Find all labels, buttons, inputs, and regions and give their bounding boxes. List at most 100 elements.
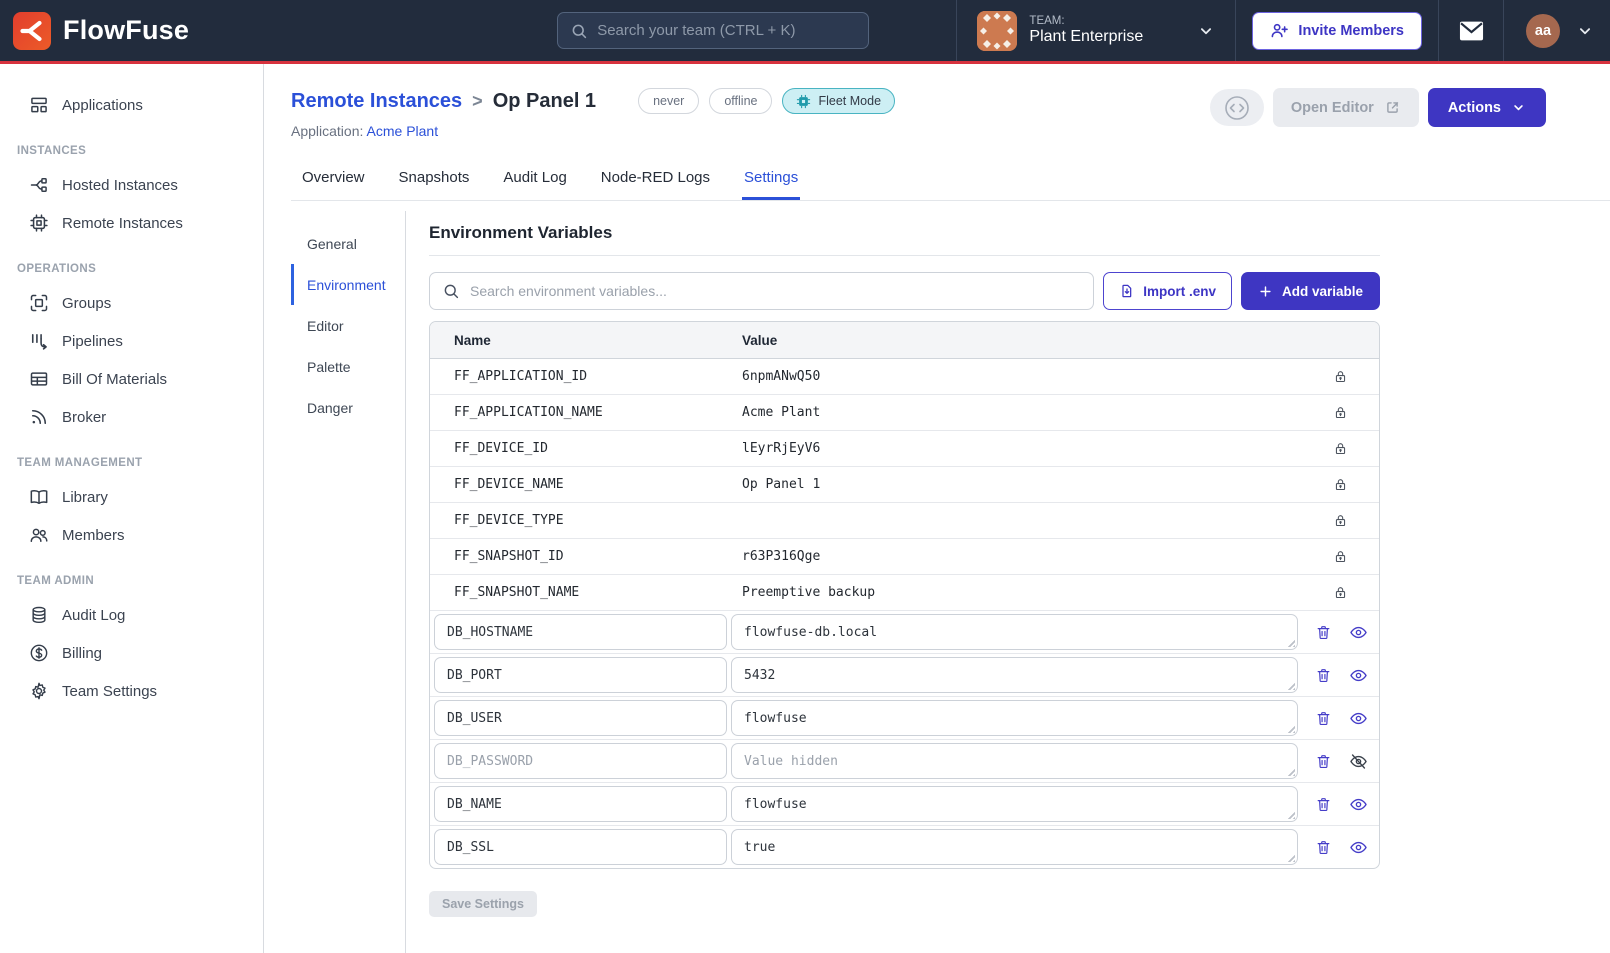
env-var-name-input[interactable] xyxy=(434,614,727,650)
env-var-value-field xyxy=(731,743,1298,779)
env-var-name-input[interactable] xyxy=(434,743,727,779)
remote-instances-icon xyxy=(29,213,49,233)
eye-off-icon[interactable] xyxy=(1349,752,1368,771)
env-search-input[interactable] xyxy=(429,272,1094,310)
settings-nav-palette[interactable]: Palette xyxy=(291,346,405,387)
status-badges: never offline xyxy=(638,88,895,114)
actions-button[interactable]: Actions xyxy=(1428,88,1546,127)
table-row: FF_SNAPSHOT_NAME Preemptive backup xyxy=(430,575,1379,611)
team-avatar xyxy=(977,11,1017,51)
sidebar-item-audit-log[interactable]: Audit Log xyxy=(0,596,263,634)
sidebar-item-team-settings[interactable]: Team Settings xyxy=(0,672,263,710)
tab-overview[interactable]: Overview xyxy=(300,159,367,200)
tab-audit-log[interactable]: Audit Log xyxy=(501,159,568,200)
open-editor-button[interactable]: Open Editor xyxy=(1273,88,1419,127)
delete-variable-button[interactable] xyxy=(1315,710,1332,727)
eye-icon[interactable] xyxy=(1349,666,1368,685)
settings-nav-general[interactable]: General xyxy=(291,223,405,264)
environment-panel: Environment Variables xyxy=(405,211,1380,953)
delete-variable-button[interactable] xyxy=(1315,753,1332,770)
column-header-name: Name xyxy=(430,333,742,348)
env-var-value-input[interactable] xyxy=(731,743,1298,779)
settings-nav-editor[interactable]: Editor xyxy=(291,305,405,346)
sidebar-item-label: Billing xyxy=(62,645,102,662)
env-var-value: Acme Plant xyxy=(742,405,1305,420)
instance-header: Remote Instances > Op Panel 1 never offl… xyxy=(291,64,1610,139)
external-link-icon xyxy=(1384,99,1401,116)
lock-icon xyxy=(1305,405,1379,420)
delete-variable-button[interactable] xyxy=(1315,839,1332,856)
env-var-name-input[interactable] xyxy=(434,829,727,865)
sidebar-item-hosted-instances[interactable]: Hosted Instances xyxy=(0,166,263,204)
open-editor-label: Open Editor xyxy=(1291,100,1374,116)
settings-nav-environment[interactable]: Environment xyxy=(291,264,405,305)
sidebar-heading-operations: OPERATIONS xyxy=(0,242,263,284)
team-search-input[interactable] xyxy=(597,22,856,39)
env-var-name-input[interactable] xyxy=(434,700,727,736)
delete-variable-button[interactable] xyxy=(1315,667,1332,684)
sidebar: Applications INSTANCES Hosted Instances xyxy=(0,64,264,953)
user-plus-icon xyxy=(1270,21,1289,40)
brand-name: FlowFuse xyxy=(63,15,189,46)
table-header-row: Name Value xyxy=(430,322,1379,359)
sidebar-item-broker[interactable]: Broker xyxy=(0,398,263,436)
team-meta: TEAM: Plant Enterprise xyxy=(1029,15,1143,46)
user-menu[interactable]: aa xyxy=(1504,0,1610,61)
team-name: Plant Enterprise xyxy=(1029,28,1143,46)
sidebar-item-members[interactable]: Members xyxy=(0,516,263,554)
sidebar-item-bill-of-materials[interactable]: Bill Of Materials xyxy=(0,360,263,398)
env-var-value-input[interactable] xyxy=(731,786,1298,822)
tab-snapshots[interactable]: Snapshots xyxy=(397,159,472,200)
eye-icon[interactable] xyxy=(1349,795,1368,814)
row-actions xyxy=(1302,666,1379,685)
eye-icon[interactable] xyxy=(1349,623,1368,642)
env-var-name-input[interactable] xyxy=(434,786,727,822)
table-row xyxy=(430,826,1379,868)
env-var-value-input[interactable] xyxy=(731,657,1298,693)
sidebar-item-label: Remote Instances xyxy=(62,215,183,232)
application-link[interactable]: Acme Plant xyxy=(367,123,439,139)
tab-settings[interactable]: Settings xyxy=(742,159,800,200)
env-var-value-input[interactable] xyxy=(731,829,1298,865)
team-label: TEAM: xyxy=(1029,15,1143,27)
notifications-button[interactable] xyxy=(1439,0,1503,61)
sidebar-item-billing[interactable]: Billing xyxy=(0,634,263,672)
brand[interactable]: FlowFuse xyxy=(0,0,470,61)
invite-area: Invite Members xyxy=(1236,0,1438,61)
sidebar-item-pipelines[interactable]: Pipelines xyxy=(0,322,263,360)
env-var-value: r63P316Qge xyxy=(742,549,1305,564)
sidebar-item-remote-instances[interactable]: Remote Instances xyxy=(0,204,263,242)
pipelines-icon xyxy=(29,331,49,351)
team-search[interactable] xyxy=(557,12,869,49)
env-search xyxy=(429,272,1094,310)
search-icon xyxy=(570,22,588,40)
delete-variable-button[interactable] xyxy=(1315,624,1332,641)
add-variable-button[interactable]: Add variable xyxy=(1241,272,1380,310)
team-selector[interactable]: TEAM: Plant Enterprise xyxy=(957,0,1235,61)
eye-icon[interactable] xyxy=(1349,709,1368,728)
sidebar-item-library[interactable]: Library xyxy=(0,478,263,516)
sidebar-item-applications[interactable]: Applications xyxy=(0,86,263,124)
env-var-value-input[interactable] xyxy=(731,700,1298,736)
env-var-value-input[interactable] xyxy=(731,614,1298,650)
settings-body: General Environment Editor Palette Dange… xyxy=(291,211,1610,953)
tab-node-red-logs[interactable]: Node-RED Logs xyxy=(599,159,712,200)
page-shell: Applications INSTANCES Hosted Instances xyxy=(0,64,1610,953)
env-var-name-input[interactable] xyxy=(434,657,727,693)
table-row: FF_APPLICATION_NAME Acme Plant xyxy=(430,395,1379,431)
sidebar-item-groups[interactable]: Groups xyxy=(0,284,263,322)
flowfuse-logo-icon xyxy=(13,12,51,50)
broker-icon xyxy=(29,407,49,427)
delete-variable-button[interactable] xyxy=(1315,796,1332,813)
settings-nav-danger[interactable]: Danger xyxy=(291,387,405,428)
row-actions xyxy=(1302,752,1379,771)
import-env-label: Import .env xyxy=(1143,284,1216,299)
save-settings-button[interactable]: Save Settings xyxy=(429,891,537,917)
invite-members-button[interactable]: Invite Members xyxy=(1252,12,1422,50)
sidebar-item-label: Team Settings xyxy=(62,683,157,700)
import-env-button[interactable]: Import .env xyxy=(1103,272,1232,310)
breadcrumb-remote-instances-link[interactable]: Remote Instances xyxy=(291,90,462,113)
developer-mode-button[interactable] xyxy=(1210,89,1264,126)
eye-icon[interactable] xyxy=(1349,838,1368,857)
application-row: Application: Acme Plant xyxy=(291,123,895,139)
